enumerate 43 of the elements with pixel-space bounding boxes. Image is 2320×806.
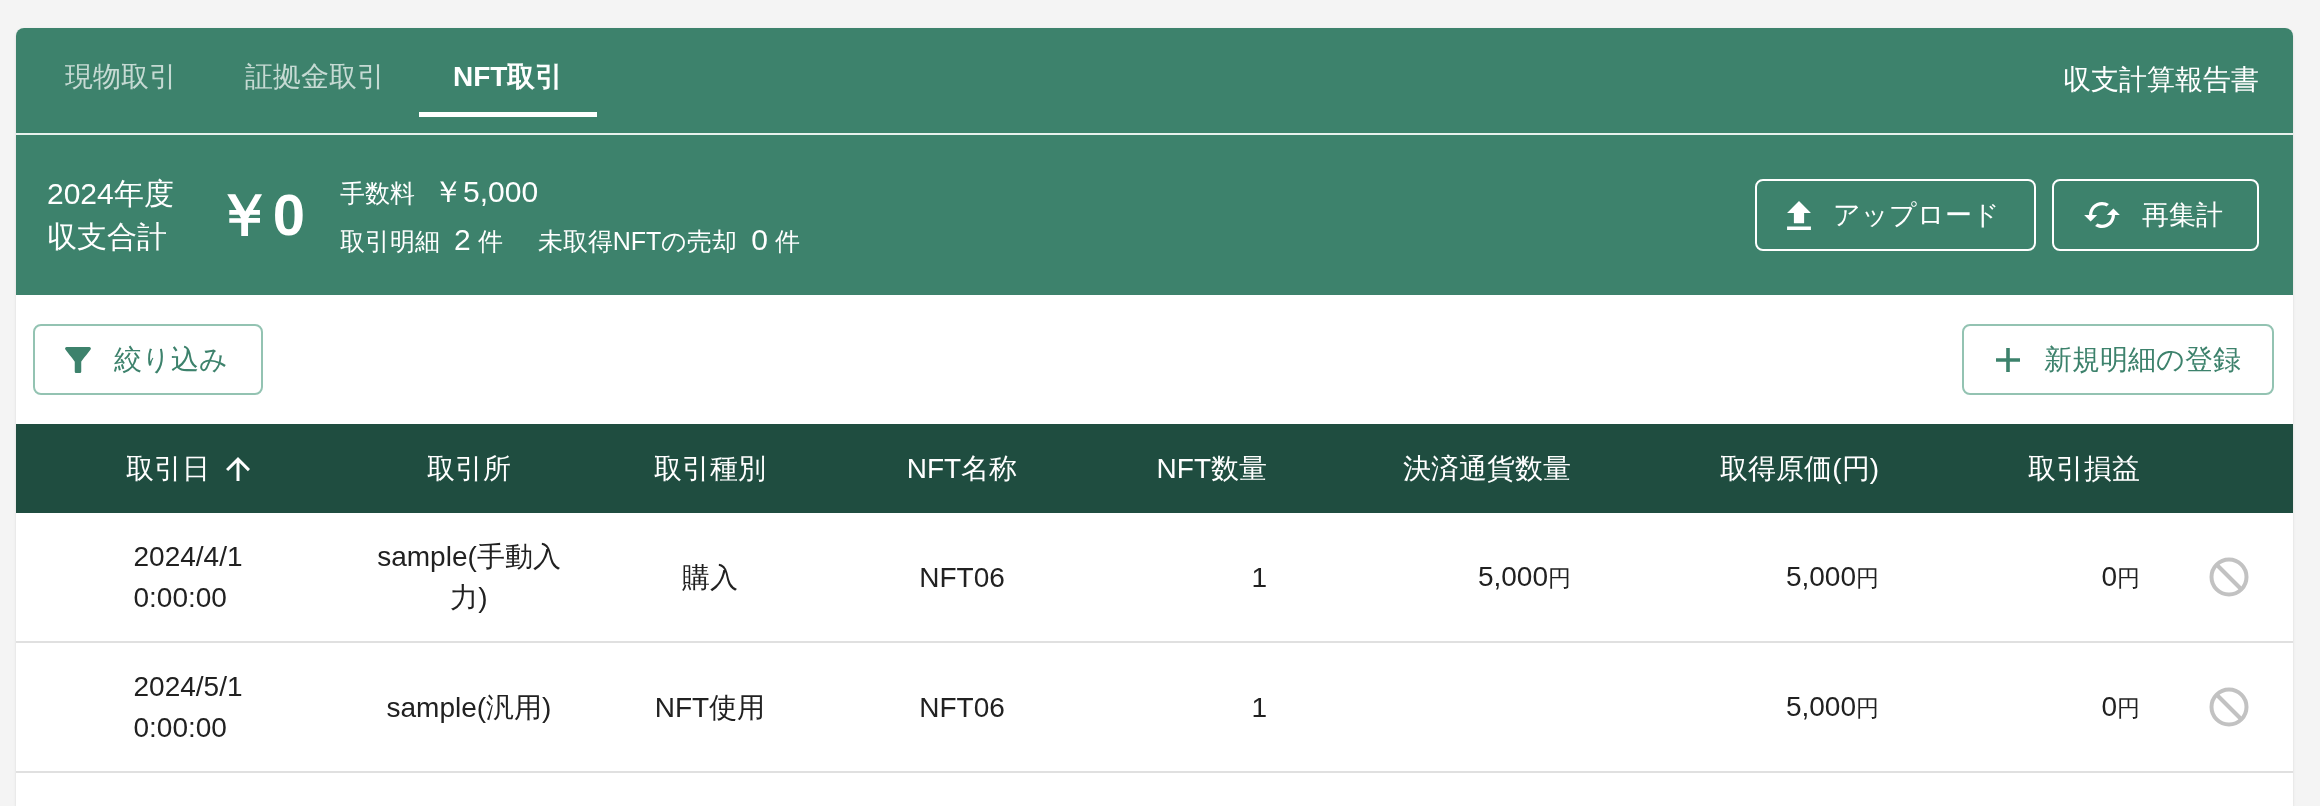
column-header[interactable]: 取引種別 xyxy=(654,447,766,490)
total-amount: ￥0 xyxy=(214,186,305,244)
sort-arrow-icon[interactable] xyxy=(226,456,250,481)
count-value: 0 件 xyxy=(751,222,800,258)
table-cell-text: NFT使用 xyxy=(654,690,766,725)
table-cell-text: 0円 xyxy=(2101,559,2140,594)
table-cell-text: NFT06 xyxy=(919,560,1005,595)
table-cell-text: 1 xyxy=(1251,560,1267,595)
count-value: 2 件 xyxy=(454,222,503,258)
table-cell-text: 2024/4/1 0:00:00 xyxy=(133,540,243,615)
add-entry-button[interactable]: 新規明細の登録 xyxy=(1962,324,2274,395)
upload-icon xyxy=(1787,200,1811,230)
report-link[interactable]: 収支計算報告書 xyxy=(2063,58,2259,101)
period-label: 2024年度 xyxy=(47,176,174,212)
table-cell-text: 5,000円 xyxy=(1785,559,1879,594)
column-header[interactable]: 決済通貨数量 xyxy=(1403,447,1571,490)
table-cell-text: 5,000円 xyxy=(1785,689,1879,724)
table-cell-text: 5,000円 xyxy=(1477,559,1571,594)
filter-button[interactable]: 絞り込み xyxy=(33,324,263,395)
table-cell-text: 0円 xyxy=(2101,689,2140,724)
tab[interactable]: NFT取引 xyxy=(419,34,598,117)
total-label: 収支合計 xyxy=(47,219,168,255)
column-header[interactable]: NFT数量 xyxy=(1156,447,1267,490)
filter-icon xyxy=(64,346,92,373)
column-header[interactable]: 取得原価(円) xyxy=(1720,447,1879,490)
refresh-icon xyxy=(2084,202,2120,228)
column-header[interactable]: 取引損益 xyxy=(2028,447,2140,490)
column-header[interactable]: 取引日 xyxy=(126,447,210,490)
fee-amount: ￥5,000 xyxy=(433,174,539,210)
column-header[interactable]: 取引所 xyxy=(427,447,511,490)
table-cell-text: 1 xyxy=(1251,690,1267,725)
recalculate-button[interactable]: 再集計 xyxy=(2052,179,2259,251)
table-cell-text: 購入 xyxy=(682,560,738,595)
upload-button[interactable]: アップロード xyxy=(1755,179,2036,251)
table-cell-text: sample(手動入力) xyxy=(376,540,562,615)
table-cell-text: 2024/5/1 0:00:00 xyxy=(133,670,243,745)
count-label: 取引明細 xyxy=(340,226,440,257)
count-label: 未取得NFTの売却 xyxy=(537,226,738,257)
table-cell-text: sample(汎用) xyxy=(386,690,552,725)
fee-label: 手数料 xyxy=(340,178,415,209)
plus-icon xyxy=(1996,347,2020,372)
table-cell-text: NFT06 xyxy=(919,690,1005,725)
column-header[interactable]: NFT名称 xyxy=(906,447,1018,490)
